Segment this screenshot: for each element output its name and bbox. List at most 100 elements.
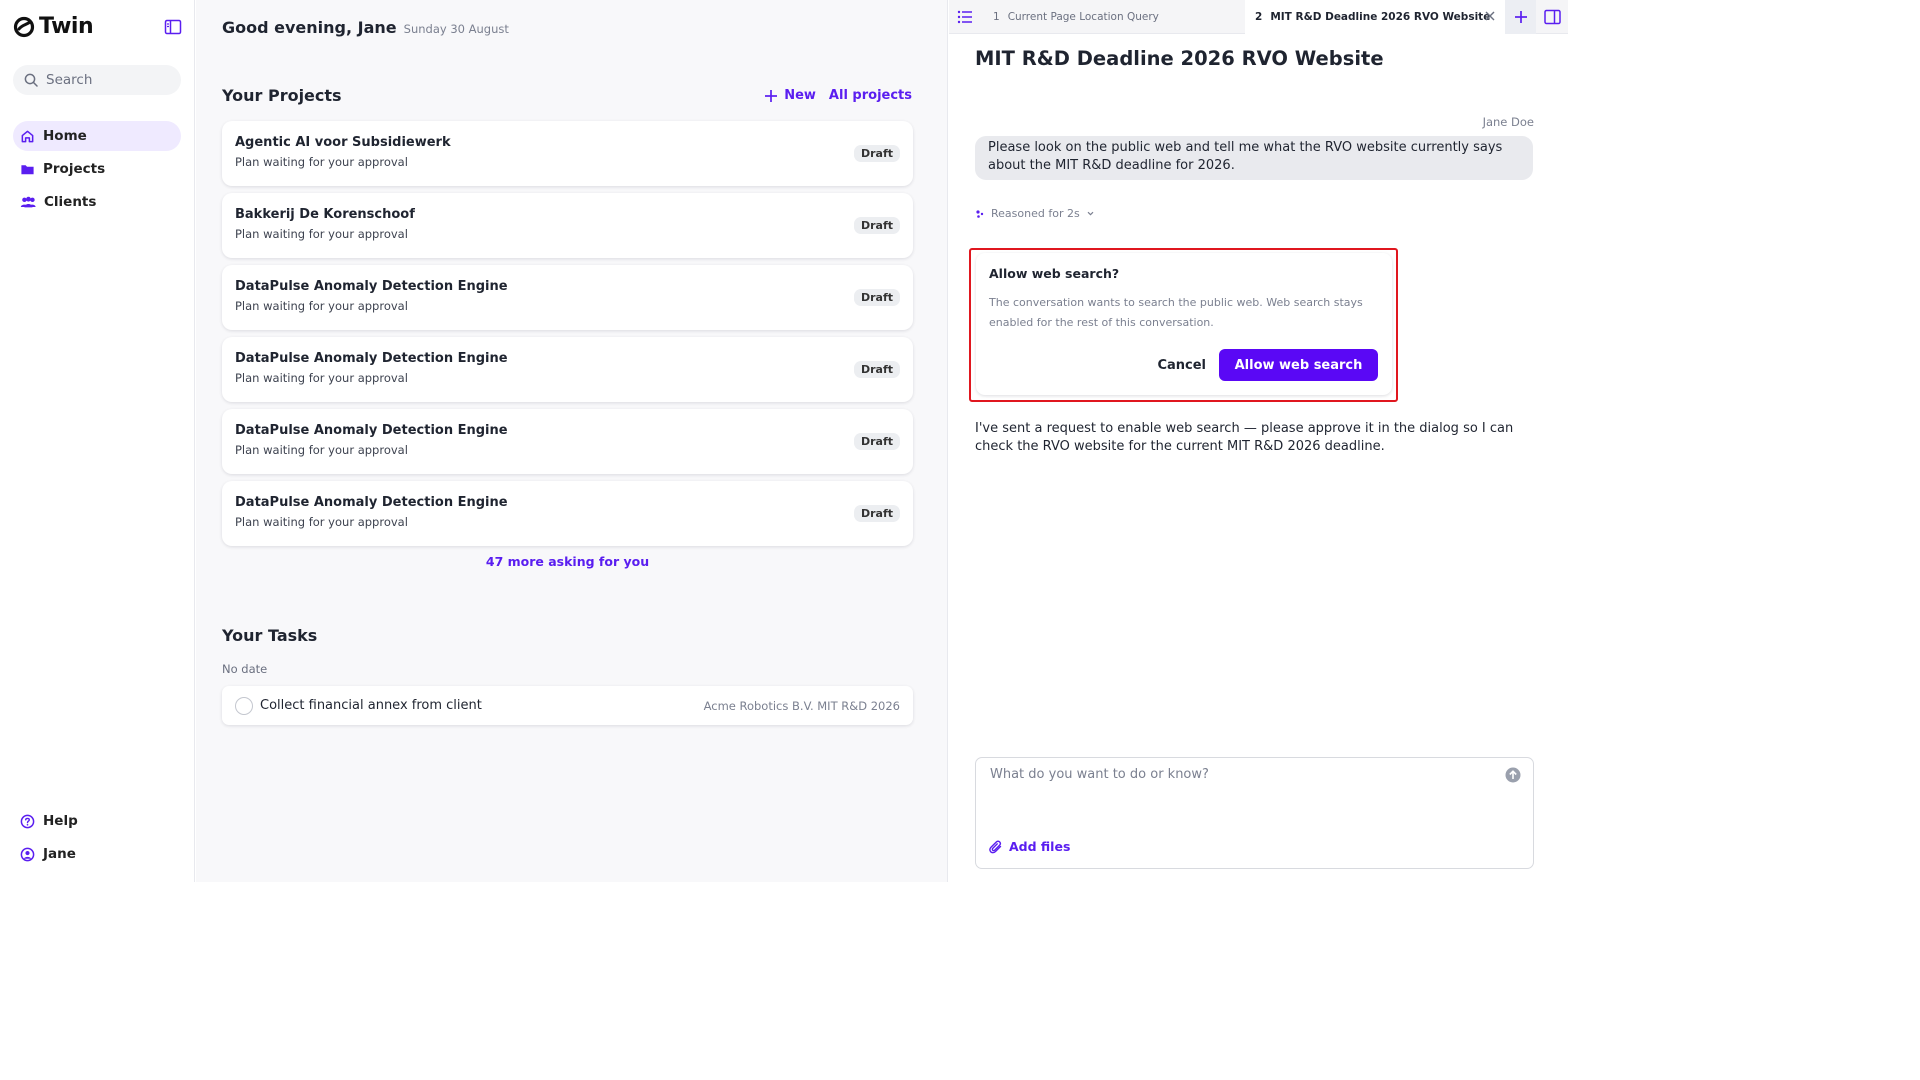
app-name: Twin [39,14,94,39]
new-project-label: New [784,88,816,103]
project-card[interactable]: Bakkerij De Korenschoof Plan waiting for… [222,193,913,258]
project-name: DataPulse Anomaly Detection Engine [235,495,508,510]
add-files-label: Add files [1009,839,1071,854]
composer-placeholder: What do you want to do or know? [990,767,1209,782]
project-card[interactable]: DataPulse Anomaly Detection Engine Plan … [222,481,913,546]
sidebar-item-account[interactable]: Jane [13,839,181,869]
projects-actions: New All projects [764,88,912,103]
assistant-message: I've sent a request to enable web search… [975,421,1514,454]
search-icon [24,73,38,87]
tasks-title: Your Tasks [222,626,318,645]
tab-number: 1 [993,11,1000,23]
chat-panel: 1 Current Page Location Query 2 MIT R&D … [949,0,1568,882]
sidebar-item-help[interactable]: Help [13,806,181,836]
project-name: DataPulse Anomaly Detection Engine [235,351,508,366]
all-projects-link[interactable]: All projects [829,88,912,103]
sidebar-item-label: Help [43,813,78,829]
dialog-title: Allow web search? [989,266,1120,281]
greeting-title: Good evening, Jane [222,18,397,37]
sidebar-item-projects[interactable]: Projects [13,154,181,184]
status-badge: Draft [853,505,900,522]
task-group-label: No date [222,662,268,676]
greeting-date: Sunday 30 August [403,22,509,36]
search-input[interactable]: Search [13,65,181,95]
project-subtitle: Plan waiting for your approval [235,155,408,169]
sidebar: Twin Search Home Projects Clients Help J… [0,0,195,882]
new-tab-button[interactable] [1505,0,1536,34]
project-name: DataPulse Anomaly Detection Engine [235,279,508,294]
project-name: Agentic AI voor Subsidiewerk [235,135,451,150]
side-panel-icon [1543,9,1561,25]
send-icon[interactable] [1505,767,1521,783]
users-icon [20,196,36,207]
sidebar-item-label: Jane [43,846,76,862]
projects-title: Your Projects [222,86,342,105]
sidebar-item-label: Clients [44,194,97,210]
plus-icon [765,89,778,102]
tab-list-icon[interactable] [957,9,973,25]
project-subtitle: Plan waiting for your approval [235,443,408,457]
status-badge: Draft [853,289,900,306]
reasoning-toggle[interactable]: Reasoned for 2s [975,207,1095,220]
project-name: DataPulse Anomaly Detection Engine [235,423,508,438]
project-list: Agentic AI voor Subsidiewerk Plan waitin… [222,121,913,553]
project-subtitle: Plan waiting for your approval [235,371,408,385]
tab-title: Current Page Location Query [1007,11,1159,23]
tab-bar: 1 Current Page Location Query 2 MIT R&D … [949,0,1568,34]
status-badge: Draft [853,217,900,234]
tab-number: 2 [1255,11,1263,23]
home-main: Good evening, Jane Sunday 30 August Your… [196,0,948,882]
project-card[interactable]: DataPulse Anomaly Detection Engine Plan … [222,409,913,474]
tab-conversation-1[interactable]: 1 Current Page Location Query [987,0,1245,34]
project-card[interactable]: Agentic AI voor Subsidiewerk Plan waitin… [222,121,913,186]
allow-web-search-button[interactable]: Allow web search [1219,349,1378,381]
task-row[interactable]: Collect financial annex from client Acme… [222,686,913,725]
panel-toggle-button[interactable] [1536,0,1568,34]
add-files-button[interactable]: Add files [989,839,1070,854]
status-badge: Draft [853,433,900,450]
task-meta: Acme Robotics B.V. MIT R&D 2026 [703,698,900,713]
more-projects-link[interactable]: 47 more asking for you [222,554,913,569]
sidebar-item-label: Home [43,128,87,144]
web-search-permission-dialog: Allow web search? The conversation wants… [976,253,1392,395]
close-icon[interactable] [1483,9,1497,23]
chevron-down-icon [1087,211,1094,216]
paperclip-icon [989,840,1002,853]
status-badge: Draft [853,145,900,162]
plus-icon [1514,11,1527,23]
message-author: Jane Doe [1482,115,1534,129]
message-composer[interactable]: What do you want to do or know? Add file… [975,757,1534,869]
sidebar-item-clients[interactable]: Clients [13,187,181,217]
dialog-actions: Cancel Allow web search [1157,349,1378,381]
sidebar-nav: Home Projects Clients [13,121,181,220]
cancel-button[interactable]: Cancel [1157,358,1206,373]
sparkle-icon [976,209,984,218]
status-badge: Draft [853,361,900,378]
new-project-button[interactable]: New [764,88,816,103]
project-subtitle: Plan waiting for your approval [235,227,408,241]
reasoning-label: Reasoned for 2s [991,207,1080,220]
greeting: Good evening, Jane Sunday 30 August [222,18,509,37]
conversation-title: MIT R&D Deadline 2026 RVO Website [975,47,1384,70]
sidebar-collapse-icon[interactable] [164,18,182,36]
tab-title: MIT R&D Deadline 2026 RVO Website [1270,11,1491,23]
search-placeholder: Search [46,72,93,88]
sidebar-bottom: Help Jane [13,806,181,872]
user-icon [20,847,35,861]
project-card[interactable]: DataPulse Anomaly Detection Engine Plan … [222,265,913,330]
task-checkbox[interactable] [235,696,253,715]
user-message: Please look on the public web and tell m… [975,136,1533,180]
app-logo[interactable]: Twin [13,14,94,39]
dialog-body: The conversation wants to search the pub… [989,296,1363,329]
twin-logo-icon [13,16,35,37]
project-card[interactable]: DataPulse Anomaly Detection Engine Plan … [222,337,913,402]
tab-conversation-2[interactable]: 2 MIT R&D Deadline 2026 RVO Website [1245,0,1505,34]
project-subtitle: Plan waiting for your approval [235,515,408,529]
sidebar-item-label: Projects [43,161,106,177]
help-icon [20,814,35,828]
project-subtitle: Plan waiting for your approval [235,299,408,313]
sidebar-item-home[interactable]: Home [13,121,181,151]
folder-icon [21,164,34,174]
project-name: Bakkerij De Korenschoof [235,207,415,222]
task-title: Collect financial annex from client [260,698,482,713]
